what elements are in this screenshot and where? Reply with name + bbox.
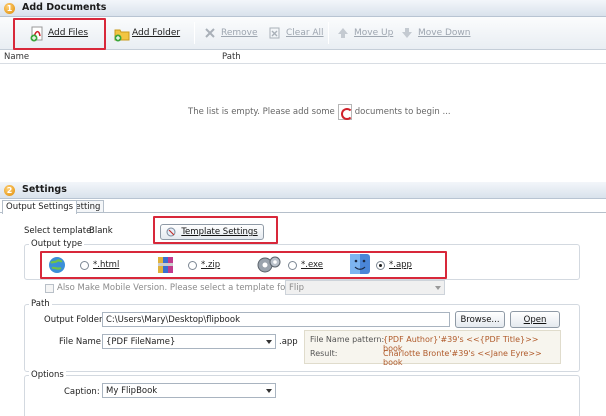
browse-button[interactable]: Browse... [455,311,505,328]
column-name[interactable]: Name [4,52,29,62]
settings-header: 2 Settings [0,182,606,199]
mobile-version-checkbox[interactable] [45,284,54,293]
chevron-down-icon [266,389,272,393]
file-name-pattern-hint: File Name pattern: {PDF Author}'#39's <<… [304,330,561,367]
mobile-version-label: Also Make Mobile Version. Please select … [57,283,324,293]
template-value: Blank [89,226,113,236]
move-down-label: Move Down [418,28,471,38]
caption-value: My FlipBook [106,386,158,396]
open-label: Open [523,314,547,325]
chevron-down-icon [435,286,441,290]
clear-all-button[interactable]: Clear All [268,23,324,43]
result-label: Result: [310,349,338,358]
output-settings-panel: Select template: Blank Template Settings… [0,212,606,416]
clear-all-icon [268,26,282,40]
toolbar-separator [328,22,329,44]
arrow-down-icon [400,26,414,40]
step-number-badge: 1 [4,3,15,14]
move-up-button[interactable]: Move Up [336,23,393,43]
clear-all-label: Clear All [286,28,324,38]
browse-label: Browse... [460,314,500,325]
options-group-label: Options [29,370,66,380]
chevron-down-icon [266,340,272,344]
toolbar-separator [194,22,195,44]
add-folder-label: Add Folder [132,28,181,38]
section-title: Settings [22,184,67,195]
document-list-header: Name Path [0,51,606,64]
remove-label: Remove [221,28,258,38]
arrow-up-icon [336,26,350,40]
pdf-icon [337,104,353,120]
open-button[interactable]: Open [510,311,560,328]
empty-message-end: documents to begin ... [354,107,451,117]
file-name-label: File Name: [59,337,104,347]
output-type-label: Output type [29,239,85,249]
move-down-button[interactable]: Move Down [400,23,471,43]
output-type-highlight [40,251,447,279]
column-path[interactable]: Path [222,52,241,62]
result-value: Charlotte Bronte'#39's <<Jane Eyre>> boo… [383,349,542,367]
remove-button[interactable]: Remove [203,23,258,43]
tab-output-settings[interactable]: Output Settings [2,200,78,214]
caption-select[interactable]: My FlipBook [102,383,276,398]
file-extension: .app [279,337,298,347]
add-folder-button[interactable]: Add Folder [114,23,180,43]
mobile-template-select[interactable]: Flip [285,280,445,295]
mobile-template-value: Flip [289,283,305,293]
add-documents-header: 1 Add Documents [0,0,606,17]
section-title: Add Documents [22,2,107,13]
add-files-highlight [13,18,106,50]
output-folder-value: C:\Users\Mary\Desktop\flipbook [106,315,241,325]
empty-message-start: The list is empty. Please add some [188,107,335,117]
file-name-select[interactable]: {PDF FileName} [102,334,276,349]
pattern-label: File Name pattern: [310,335,385,344]
output-folder-field[interactable]: C:\Users\Mary\Desktop\flipbook [102,312,450,327]
step-number-badge: 2 [4,185,15,196]
path-group-label: Path [29,299,52,309]
remove-icon [203,26,217,40]
template-settings-highlight [153,216,278,244]
add-folder-icon [114,26,130,42]
caption-label: Caption: [64,387,100,397]
output-folder-label: Output Folder: [44,315,106,325]
file-name-value: {PDF FileName} [106,337,176,347]
document-list[interactable]: The list is empty. Please add some docum… [0,64,606,181]
move-up-label: Move Up [354,28,394,38]
select-template-label: Select template: [24,226,95,236]
empty-list-message: The list is empty. Please add some docum… [188,104,451,120]
